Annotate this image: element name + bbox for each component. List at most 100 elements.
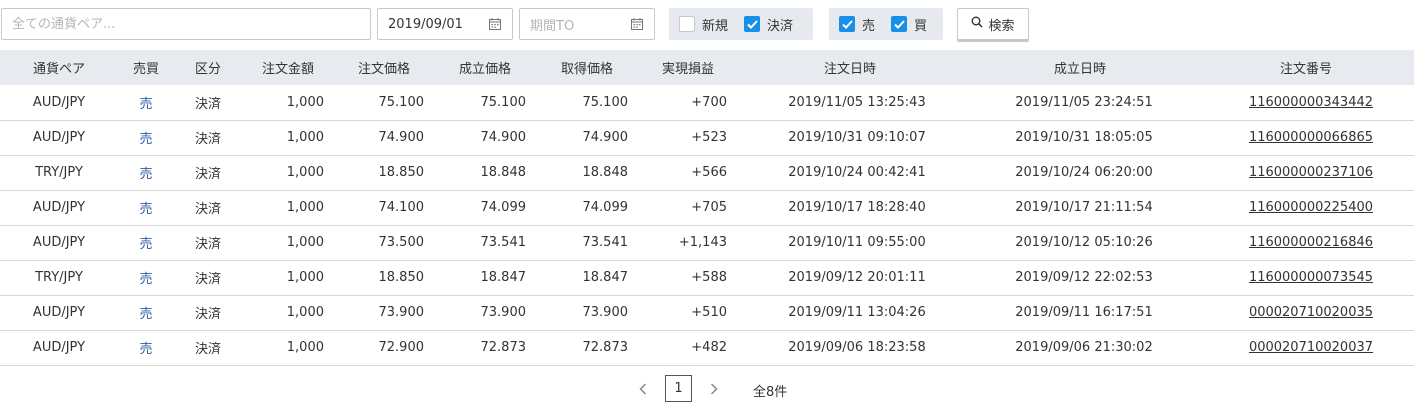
cell-currency-pair: AUD/JPY (32, 130, 86, 145)
cell-order-number: 116000000225400 (1198, 190, 1414, 225)
cell-order-amount: 1,000 (286, 165, 324, 180)
checkbox-settlement-label: 決済 (767, 18, 794, 34)
cell-acquisition-price: 18.848 (582, 165, 629, 180)
cell-realized-pnl: +566 (691, 165, 727, 180)
cell-order-number: 116000000073545 (1198, 260, 1414, 295)
cell-side: 売 (139, 202, 153, 217)
cell-side: 売 (139, 132, 153, 147)
checkbox-new[interactable]: 新規 (679, 15, 728, 34)
cell-order-amount: 1,000 (286, 235, 324, 250)
cell-acquisition-price: 74.099 (582, 200, 629, 215)
cell-realized-pnl: +510 (691, 305, 727, 320)
cell-side: 売 (139, 342, 153, 357)
cell-executed-datetime: 2019/11/05 23:24:51 (1015, 94, 1153, 110)
cell-currency-pair: AUD/JPY (32, 235, 86, 250)
table-header-row: 通貨ペア 売買 区分 注文金額 注文価格 成立価格 取得価格 実現損益 注文日時… (0, 50, 1414, 85)
cell-side: 売 (139, 167, 153, 182)
cell-side: 売 (139, 307, 153, 322)
checkbox-new-label: 新規 (702, 18, 729, 34)
cell-acquisition-price: 73.541 (582, 235, 629, 250)
cell-order-amount: 1,000 (286, 200, 324, 215)
checkbox-sell-box[interactable] (839, 16, 855, 32)
date-from-picker[interactable]: 2019/09/01 (377, 8, 513, 40)
date-from-value: 2019/09/01 (388, 16, 463, 32)
order-number-link[interactable]: 000020710020035 (1249, 305, 1373, 320)
cell-executed-datetime: 2019/10/31 18:05:05 (1015, 130, 1153, 145)
cell-order-price: 72.900 (378, 340, 425, 355)
cell-type: 決済 (194, 237, 221, 252)
checkbox-sell[interactable]: 売 (839, 15, 875, 34)
cell-order-number: 116000000343442 (1198, 85, 1414, 120)
cell-type: 決済 (194, 167, 221, 182)
currency-pair-search-input[interactable] (1, 8, 371, 40)
checkbox-settlement-box[interactable] (744, 16, 761, 32)
order-number-link[interactable]: 116000000216846 (1249, 235, 1373, 250)
cell-executed-datetime: 2019/10/17 21:11:54 (1015, 200, 1153, 215)
cell-executed-datetime: 2019/09/12 22:02:53 (1015, 270, 1153, 285)
table-row: AUD/JPY 売 決済 1,000 74.100 74.099 74.099 +705 201… (0, 190, 1414, 225)
cell-order-datetime: 2019/11/05 13:25:43 (788, 94, 926, 110)
total-count: 全8件 (753, 385, 788, 400)
cell-executed-price: 18.848 (480, 165, 527, 180)
date-to-placeholder: 期間TO (530, 18, 575, 34)
header-executed-price: 成立価格 (458, 62, 511, 77)
pagination: 1 全8件 (0, 374, 1414, 404)
cell-executed-price: 74.099 (480, 200, 527, 215)
checkbox-buy-label: 買 (914, 18, 928, 34)
order-number-link[interactable]: 116000000066865 (1249, 130, 1373, 145)
cell-realized-pnl: +523 (691, 130, 727, 145)
date-to-picker[interactable]: 期間TO (519, 8, 655, 40)
checkbox-buy-box[interactable] (891, 16, 908, 32)
header-realized-pnl: 実現損益 (661, 62, 714, 77)
cell-order-price: 74.100 (378, 200, 425, 215)
cell-acquisition-price: 73.900 (582, 305, 629, 320)
header-acquisition-price: 取得価格 (560, 62, 613, 77)
order-number-link[interactable]: 116000000343442 (1249, 95, 1373, 110)
cell-order-price: 18.850 (378, 270, 425, 285)
table-row: AUD/JPY 売 決済 1,000 74.900 74.900 74.900 +523 201… (0, 120, 1414, 155)
checkbox-new-box[interactable] (679, 16, 695, 32)
checkbox-buy[interactable]: 買 (891, 15, 927, 34)
cell-order-price: 74.900 (378, 130, 425, 145)
cell-order-datetime: 2019/10/24 00:42:41 (788, 165, 926, 180)
cell-executed-datetime: 2019/09/11 16:17:51 (1015, 305, 1153, 320)
cell-currency-pair: AUD/JPY (32, 94, 86, 110)
cell-currency-pair: AUD/JPY (32, 200, 86, 215)
next-page-chevron-right-icon[interactable] (706, 381, 722, 397)
order-number-link[interactable]: 116000000073545 (1249, 270, 1373, 285)
cell-order-datetime: 2019/10/31 09:10:07 (788, 130, 926, 145)
calendar-icon (488, 17, 502, 31)
cell-order-datetime: 2019/09/12 20:01:11 (788, 270, 926, 285)
cell-realized-pnl: +700 (691, 94, 727, 110)
cell-acquisition-price: 74.900 (582, 130, 629, 145)
order-type-filter: 新規 決済 (669, 8, 813, 40)
table-row: TRY/JPY 売 決済 1,000 18.850 18.847 18.847 +588 201… (0, 260, 1414, 295)
prev-page-chevron-left-icon[interactable] (635, 381, 651, 397)
order-history-table: 通貨ペア 売買 区分 注文金額 注文価格 成立価格 取得価格 実現損益 注文日時… (0, 50, 1414, 366)
cell-type: 決済 (194, 272, 221, 287)
cell-order-datetime: 2019/10/11 09:55:00 (788, 235, 926, 250)
search-icon (971, 16, 984, 32)
cell-order-price: 18.850 (378, 165, 425, 180)
cell-acquisition-price: 75.100 (582, 94, 629, 110)
order-number-link[interactable]: 116000000237106 (1249, 165, 1373, 180)
cell-order-number: 116000000216846 (1198, 225, 1414, 260)
header-order-datetime: 注文日時 (823, 62, 876, 77)
order-number-link[interactable]: 000020710020037 (1249, 340, 1373, 355)
cell-order-number: 000020710020037 (1198, 330, 1414, 365)
cell-currency-pair: TRY/JPY (35, 165, 83, 180)
checkbox-settlement[interactable]: 決済 (744, 15, 793, 34)
cell-realized-pnl: +482 (691, 340, 727, 355)
cell-currency-pair: AUD/JPY (32, 305, 86, 320)
header-type: 区分 (194, 62, 221, 77)
table-row: AUD/JPY 売 決済 1,000 73.900 73.900 73.900 +510 201… (0, 295, 1414, 330)
cell-executed-datetime: 2019/10/24 06:20:00 (1015, 165, 1153, 180)
cell-type: 決済 (194, 202, 221, 217)
cell-currency-pair: AUD/JPY (32, 340, 86, 355)
cell-executed-datetime: 2019/10/12 05:10:26 (1015, 235, 1153, 250)
order-number-link[interactable]: 116000000225400 (1249, 200, 1373, 215)
search-button[interactable]: 検索 (957, 8, 1029, 40)
cell-order-datetime: 2019/09/11 13:04:26 (788, 305, 926, 320)
cell-order-amount: 1,000 (286, 305, 324, 320)
page-number-button[interactable]: 1 (665, 375, 692, 402)
